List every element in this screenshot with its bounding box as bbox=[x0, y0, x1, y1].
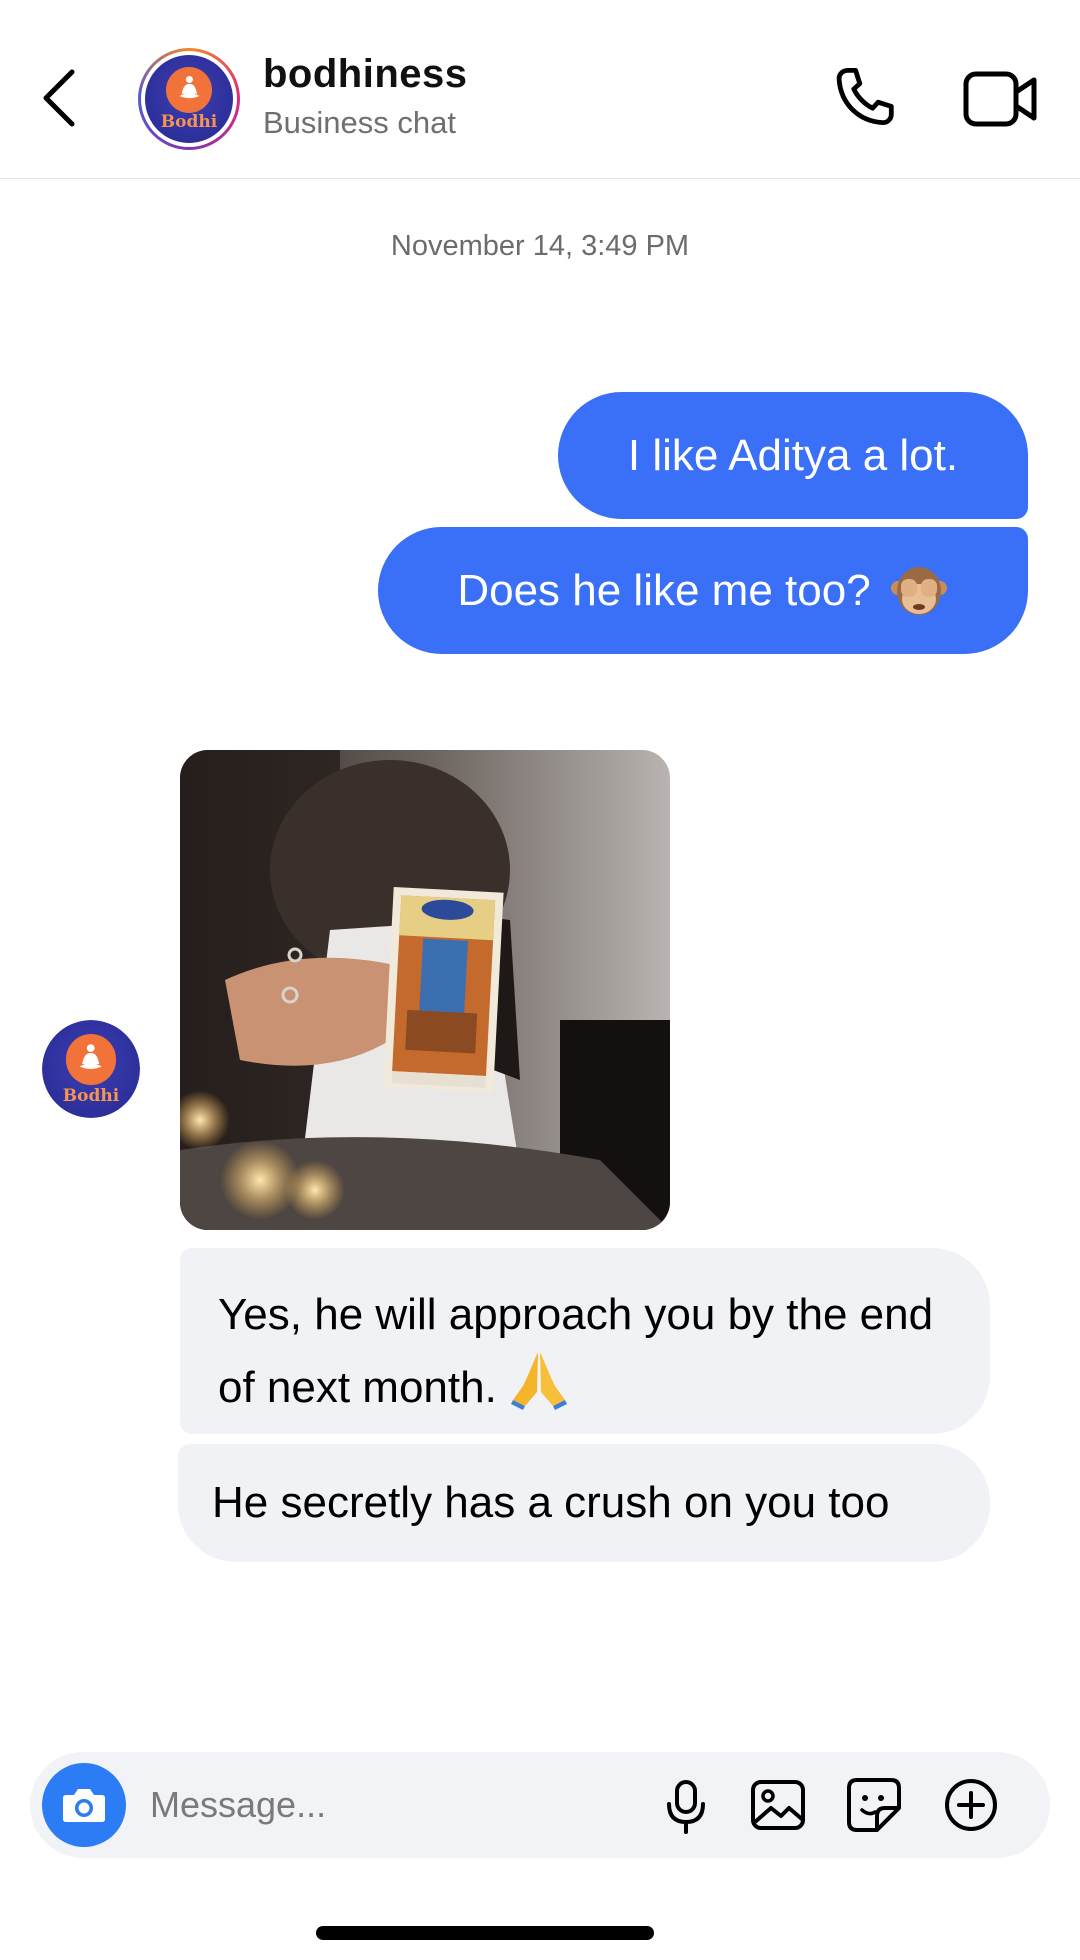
chat-subtitle: Business chat bbox=[263, 105, 456, 140]
incoming-message[interactable]: Yes, he will approach you by the end of … bbox=[180, 1248, 990, 1434]
back-button[interactable] bbox=[32, 58, 96, 138]
bodhi-logo: Bodhi bbox=[42, 1020, 140, 1118]
voice-call-button[interactable] bbox=[828, 62, 900, 134]
camera-button[interactable] bbox=[42, 1763, 126, 1847]
camera-icon bbox=[63, 1789, 105, 1822]
message-text: Does he like me too? bbox=[457, 565, 871, 615]
message-composer bbox=[30, 1752, 1050, 1858]
microphone-button[interactable] bbox=[655, 1774, 717, 1836]
gallery-button[interactable] bbox=[747, 1774, 809, 1836]
meditation-figure-icon bbox=[179, 76, 199, 99]
chat-title: bodhiness bbox=[263, 52, 468, 96]
message-text: I like Aditya a lot. bbox=[627, 430, 959, 480]
logo-wordmark: Bodhi bbox=[160, 112, 218, 133]
outgoing-message[interactable]: I like Aditya a lot. bbox=[558, 392, 1028, 519]
chevron-left-icon bbox=[43, 69, 75, 127]
sticker-button[interactable] bbox=[843, 1774, 905, 1836]
tarot-card-photo[interactable] bbox=[180, 750, 670, 1230]
see-no-evil-monkey-icon bbox=[890, 566, 947, 615]
chat-screen: Bodhi bodhiness Business chat November 1… bbox=[0, 0, 1080, 1960]
message-text: He secretly has a crush on you too bbox=[212, 1478, 890, 1527]
logo-wordmark: Bodhi bbox=[62, 1086, 120, 1107]
header-avatar[interactable]: Bodhi bbox=[138, 48, 240, 150]
phone-icon bbox=[836, 68, 894, 125]
plus-circle-icon bbox=[945, 1779, 997, 1831]
add-button[interactable] bbox=[940, 1774, 1002, 1836]
message-text: Yes, he will approach you by the end of … bbox=[218, 1290, 934, 1412]
bodhi-logo: Bodhi bbox=[145, 55, 233, 143]
microphone-icon bbox=[667, 1780, 705, 1834]
chat-header: Bodhi bodhiness Business chat bbox=[0, 0, 1080, 179]
video-camera-icon bbox=[963, 71, 1037, 127]
incoming-message[interactable]: He secretly has a crush on you too bbox=[178, 1444, 990, 1562]
sticker-icon bbox=[847, 1778, 901, 1832]
video-call-button[interactable] bbox=[962, 66, 1040, 132]
title-block[interactable]: bodhiness Business chat bbox=[263, 52, 468, 141]
meditation-figure-icon bbox=[79, 1043, 103, 1069]
message-timestamp: November 14, 3:49 PM bbox=[390, 230, 690, 262]
home-indicator bbox=[316, 1926, 654, 1940]
image-icon bbox=[751, 1780, 805, 1830]
tarot-photo-image bbox=[180, 750, 670, 1230]
sender-avatar[interactable]: Bodhi bbox=[42, 1020, 140, 1118]
folded-hands-icon bbox=[510, 1352, 567, 1410]
outgoing-message[interactable]: Does he like me too? bbox=[378, 527, 1028, 654]
message-input[interactable] bbox=[148, 1776, 552, 1834]
